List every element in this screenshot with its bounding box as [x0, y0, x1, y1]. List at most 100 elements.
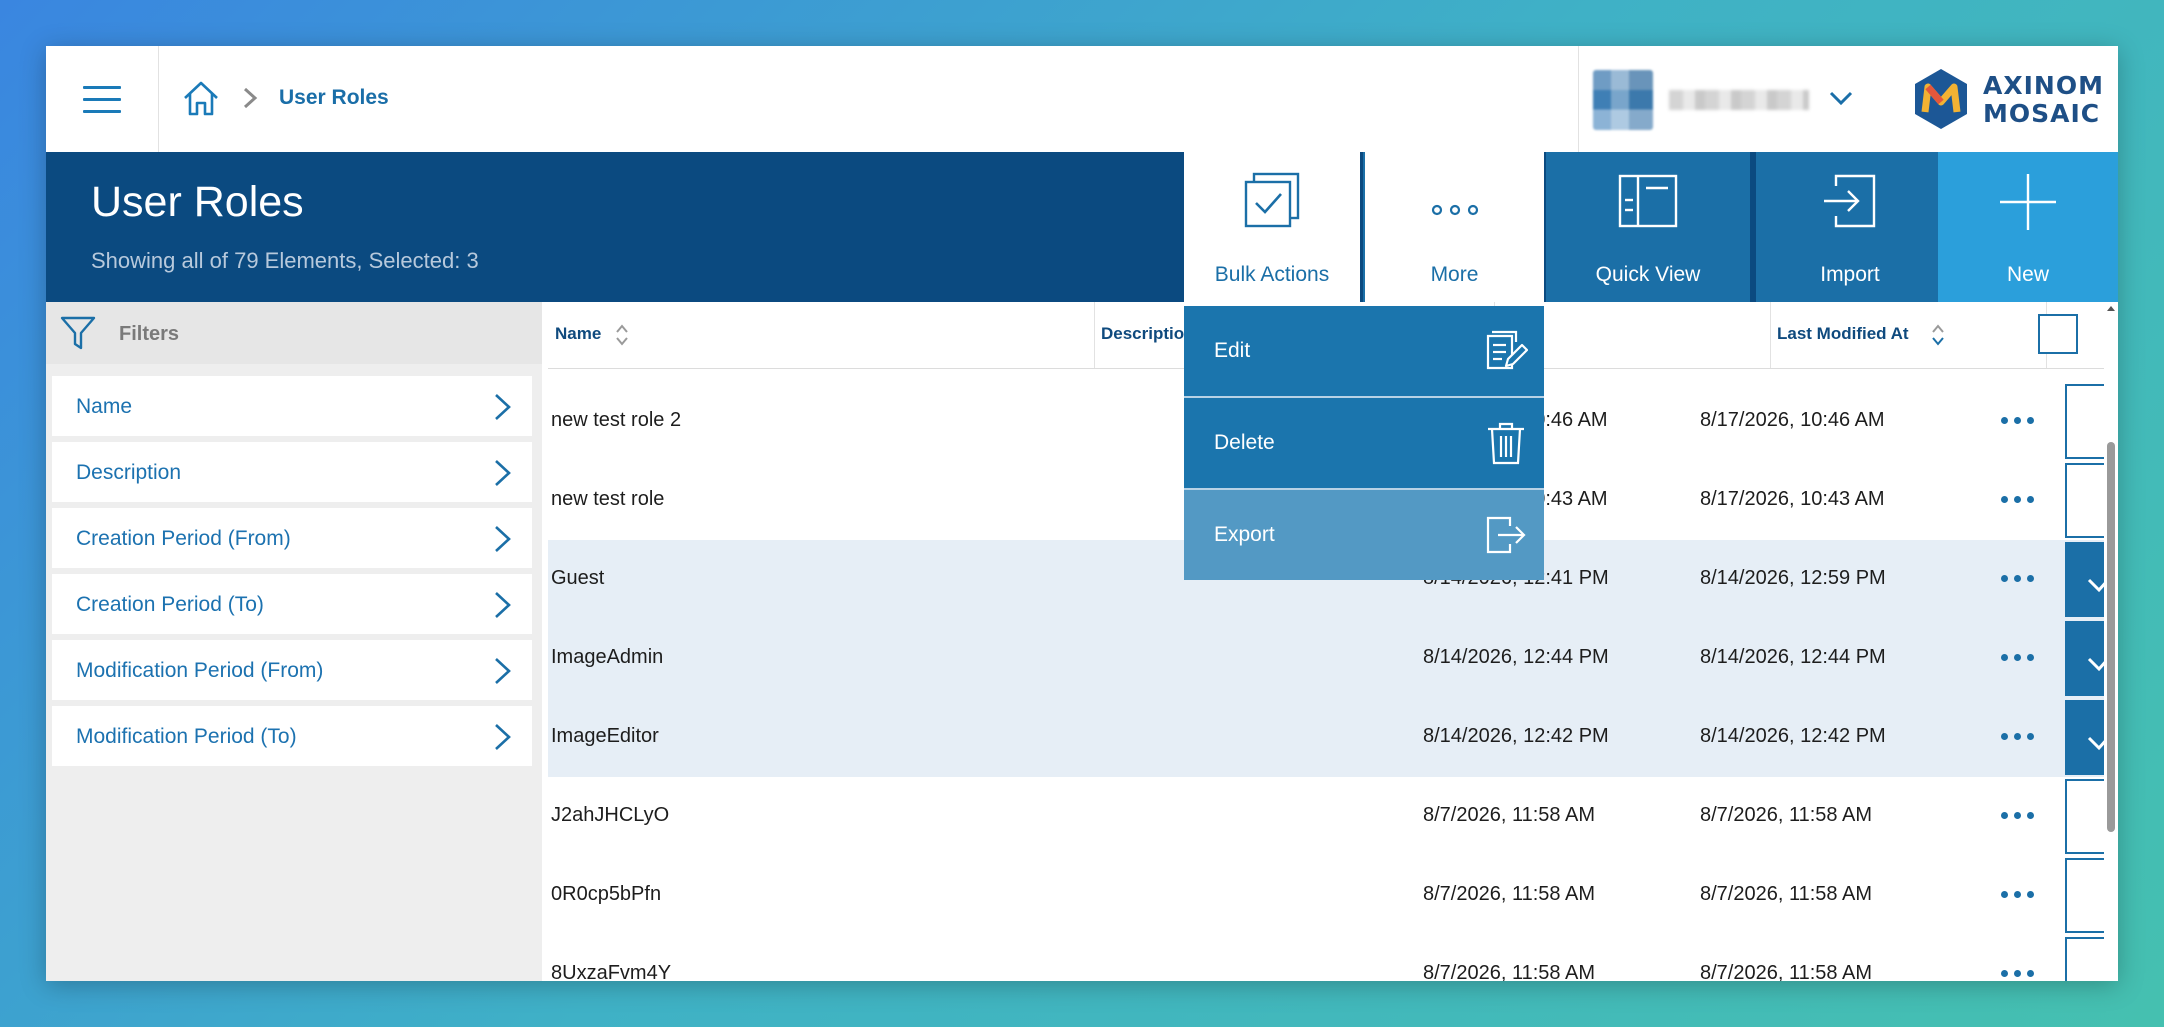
- axinom-mosaic-logo: AXINOM MOSAIC: [1908, 66, 2108, 132]
- filter-label: Creation Period (From): [76, 527, 291, 550]
- row-more-icon[interactable]: [1998, 487, 2038, 511]
- filters-title: Filters: [119, 323, 180, 345]
- cell-name: 8UxzaFvm4Y: [551, 962, 672, 981]
- more-button[interactable]: More: [1365, 152, 1544, 302]
- cell-name: ImageAdmin: [551, 646, 664, 668]
- table-row[interactable]: 8UxzaFvm4Y 8/7/2026, 11:58 AM 8/7/2026, 11…: [548, 935, 2110, 981]
- menu-icon[interactable]: [46, 46, 159, 152]
- row-more-icon[interactable]: [1998, 566, 2038, 590]
- cell-modified: 8/17/2026, 10:46 AM: [1700, 409, 1885, 431]
- app-window: User Roles AXINOM MOSAIC User Roles Show…: [46, 46, 2118, 981]
- cell-modified: 8/7/2026, 11:58 AM: [1700, 883, 1872, 905]
- filter-creation-to[interactable]: Creation Period (To): [52, 574, 532, 634]
- filter-label: Modification Period (To): [76, 725, 297, 748]
- page-subtitle: Showing all of 79 Elements, Selected: 3: [91, 248, 479, 273]
- quick-view-label: Quick View: [1595, 263, 1701, 286]
- cell-created: 8/7/2026, 11:58 AM: [1423, 804, 1595, 826]
- menu-item-edit[interactable]: Edit: [1184, 306, 1544, 398]
- filter-label: Name: [76, 395, 133, 418]
- bulk-actions-menu: Edit Delete Export: [1184, 306, 1544, 580]
- column-label: Last Modified At: [1777, 324, 1909, 343]
- row-more-icon[interactable]: [1998, 408, 2038, 432]
- row-more-icon[interactable]: [1998, 724, 2038, 748]
- filter-creation-from[interactable]: Creation Period (From): [52, 508, 532, 568]
- filters-header[interactable]: Filters: [46, 302, 542, 364]
- import-button[interactable]: Import: [1756, 152, 1944, 302]
- new-button[interactable]: New: [1938, 152, 2118, 302]
- column-label: Description: [1101, 324, 1195, 343]
- mosaic-logo-icon: [1915, 69, 1967, 129]
- chevron-right-icon: [495, 394, 511, 420]
- menu-item-label: Edit: [1214, 339, 1251, 362]
- filter-description[interactable]: Description: [52, 442, 532, 502]
- chevron-right-icon: [495, 724, 511, 750]
- menu-item-delete[interactable]: Delete: [1184, 398, 1544, 490]
- chevron-right-icon: [495, 658, 511, 684]
- cell-name: Guest: [551, 567, 605, 589]
- bulk-actions-button[interactable]: Bulk Actions: [1184, 152, 1360, 302]
- row-more-icon[interactable]: [1998, 645, 2038, 669]
- bulk-actions-icon: [1244, 172, 1300, 228]
- more-icon: [1431, 204, 1478, 216]
- avatar: [1593, 70, 1653, 130]
- cell-modified: 8/14/2026, 12:42 PM: [1700, 725, 1886, 747]
- column-header-name[interactable]: Name: [548, 302, 1095, 368]
- row-more-icon[interactable]: [1998, 882, 2038, 906]
- scrollbar-thumb[interactable]: [2107, 442, 2115, 832]
- column-header-modified[interactable]: Last Modified At: [1770, 302, 2047, 368]
- sort-icon: [616, 324, 628, 346]
- select-all-checkbox[interactable]: [2038, 314, 2078, 354]
- cell-modified: 8/17/2026, 10:43 AM: [1700, 488, 1885, 510]
- quick-view-icon: [1618, 174, 1678, 228]
- home-icon[interactable]: [181, 78, 221, 118]
- import-label: Import: [1820, 263, 1880, 286]
- more-label: More: [1430, 263, 1479, 286]
- filter-modification-to[interactable]: Modification Period (To): [52, 706, 532, 766]
- table-row[interactable]: 0R0cp5bPfn 8/7/2026, 11:58 AM 8/7/2026, 11…: [548, 856, 2110, 936]
- edit-icon: [1486, 330, 1528, 370]
- row-more-icon[interactable]: [1998, 803, 2038, 827]
- table-row[interactable]: ImageEditor 8/14/2026, 12:42 PM 8/14/2026,…: [548, 698, 2110, 778]
- chevron-right-icon: [495, 460, 511, 486]
- scroll-up-icon[interactable]: [2106, 304, 2116, 312]
- filter-name[interactable]: Name: [52, 376, 532, 436]
- import-icon: [1824, 174, 1876, 228]
- cell-modified: 8/7/2026, 11:58 AM: [1700, 804, 1872, 826]
- bulk-actions-label: Bulk Actions: [1214, 263, 1330, 286]
- cell-name: new test role 2: [551, 409, 682, 431]
- export-icon: [1486, 516, 1526, 554]
- cell-name: J2ahJHCLyO: [551, 804, 670, 826]
- table-row[interactable]: ImageAdmin 8/14/2026, 12:44 PM 8/14/2026, …: [548, 619, 2110, 699]
- cell-name: new test role: [551, 488, 665, 510]
- cell-created: 8/14/2026, 12:44 PM: [1423, 646, 1609, 668]
- page-title: User Roles: [91, 178, 304, 226]
- username-redacted: [1669, 90, 1809, 110]
- chevron-right-icon: [495, 526, 511, 552]
- cell-created: 8/7/2026, 11:58 AM: [1423, 962, 1595, 981]
- filter-modification-from[interactable]: Modification Period (From): [52, 640, 532, 700]
- filter-label: Description: [76, 461, 182, 484]
- scrollbar[interactable]: [2104, 302, 2118, 981]
- filter-label: Creation Period (To): [76, 593, 264, 616]
- column-label: Name: [555, 324, 602, 343]
- breadcrumb-chevron-icon: [243, 87, 258, 109]
- page-header: User Roles Showing all of 79 Elements, S…: [46, 152, 2118, 302]
- filter-icon: [60, 316, 96, 350]
- menu-item-export[interactable]: Export: [1184, 490, 1544, 580]
- menu-item-label: Export: [1214, 523, 1275, 546]
- trash-icon: [1488, 422, 1524, 465]
- chevron-down-icon: [1829, 91, 1853, 106]
- cell-modified: 8/14/2026, 12:59 PM: [1700, 567, 1886, 589]
- user-menu[interactable]: [1578, 46, 1891, 152]
- sort-icon: [1932, 324, 1944, 346]
- cell-modified: 8/7/2026, 11:58 AM: [1700, 962, 1872, 981]
- table-row[interactable]: J2ahJHCLyO 8/7/2026, 11:58 AM 8/7/2026, 11…: [548, 777, 2110, 857]
- row-more-icon[interactable]: [1998, 961, 2038, 981]
- top-bar: User Roles AXINOM MOSAIC: [46, 46, 2118, 152]
- new-label: New: [2006, 263, 2049, 286]
- cell-created: 8/7/2026, 11:58 AM: [1423, 883, 1595, 905]
- logo-line2: MOSAIC: [1983, 99, 2101, 128]
- logo-line1: AXINOM: [1983, 71, 2104, 100]
- quick-view-button[interactable]: Quick View: [1546, 152, 1750, 302]
- filters-panel: Filters Name Description Creation Period…: [46, 302, 542, 981]
